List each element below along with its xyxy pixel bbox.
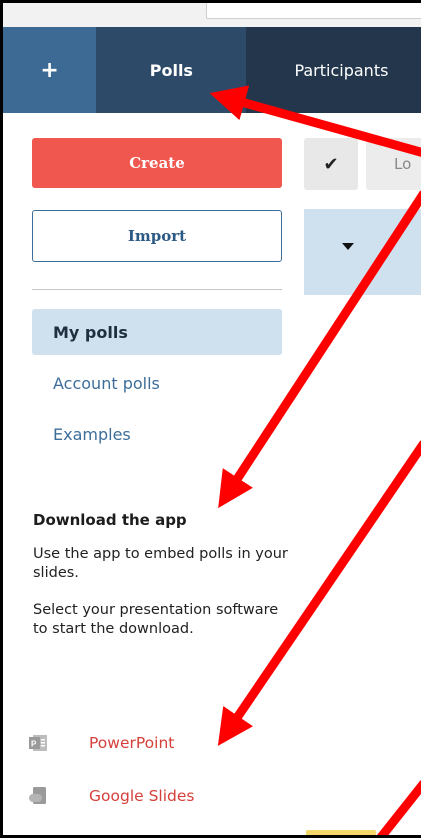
download-description: Use the app to embed polls in your slide… [33,546,288,581]
google-slides-download-link[interactable]: Google Slides [27,781,267,811]
sidebar-item-examples[interactable]: Examples [32,411,282,457]
select-all-check-button[interactable]: ✔ [304,138,358,190]
sidebar-divider [32,289,282,290]
sidebar-item-my-polls[interactable]: My polls [32,309,282,355]
polls-nav-list: My polls Account polls Examples [32,309,282,462]
sidebar-item-account-polls[interactable]: Account polls [32,360,282,406]
yellow-button-partial[interactable] [306,830,376,835]
polls-toolbar-area: ✔ Lo [304,113,421,835]
powerpoint-icon: P [27,732,49,754]
top-nav: + Polls Participants [3,27,421,113]
download-app-section: Download the app Use the app to embed po… [33,511,293,639]
powerpoint-label: PowerPoint [89,734,175,752]
browser-top-strip [3,3,421,27]
download-title: Download the app [33,511,187,529]
google-slides-icon [27,785,49,807]
caret-down-icon[interactable] [342,243,354,250]
app-frame: + Polls Participants Create Import My po… [0,0,421,838]
new-plus-button[interactable]: + [3,27,97,113]
powerpoint-download-link[interactable]: P PowerPoint [27,728,267,758]
address-bar[interactable] [206,3,421,19]
svg-text:P: P [31,740,37,749]
tab-polls[interactable]: Polls [96,27,247,113]
lock-button[interactable]: Lo [366,138,421,190]
create-button[interactable]: Create [32,138,282,188]
google-slides-label: Google Slides [89,787,195,805]
check-icon: ✔ [323,153,339,175]
download-instructions: Select your presentation software to sta… [33,602,279,637]
sidebar: Create Import My polls Account polls Exa… [3,113,303,835]
tab-participants[interactable]: Participants [246,27,421,113]
import-button[interactable]: Import [32,210,282,262]
poll-group-row[interactable] [304,209,421,295]
